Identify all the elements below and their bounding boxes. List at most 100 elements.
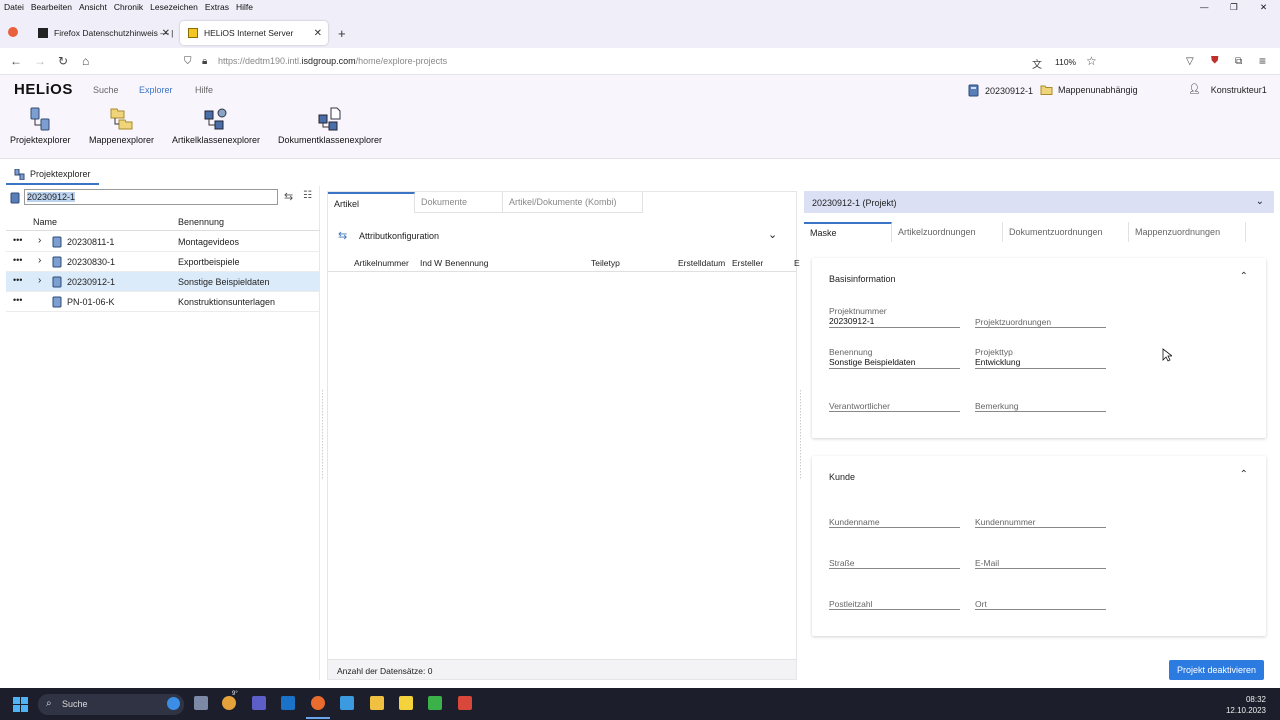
weather-widget-icon[interactable] xyxy=(222,696,236,710)
minimize-icon[interactable]: — xyxy=(1200,2,1209,12)
strasse-field[interactable]: Straße xyxy=(829,558,960,569)
column-artikelnummer[interactable]: Artikelnummer xyxy=(354,258,409,268)
notepad-icon[interactable] xyxy=(340,696,354,710)
expand-chevron-icon[interactable]: › xyxy=(38,275,41,286)
menu-ansicht[interactable]: Ansicht xyxy=(79,2,107,12)
forward-icon[interactable]: → xyxy=(34,54,46,68)
email-field[interactable]: E-Mail xyxy=(975,558,1106,569)
benennung-field[interactable]: Benennung Sonstige Beispieldaten xyxy=(829,347,960,369)
green-app-icon[interactable] xyxy=(428,696,442,710)
task-view-icon[interactable] xyxy=(194,696,208,710)
dokumentklassenexplorer-button[interactable]: Dokumentklassenexplorer xyxy=(278,107,382,145)
bookmark-star-icon[interactable]: ☆ xyxy=(1086,54,1097,68)
tab-mappenzuordnungen[interactable]: Mappenzuordnungen xyxy=(1129,222,1246,242)
refresh-arrows-icon[interactable]: ⇆ xyxy=(284,190,293,203)
column-benennung[interactable]: Benennung xyxy=(178,217,224,227)
restore-icon[interactable]: ❐ xyxy=(1230,2,1238,13)
pocket-icon[interactable]: ▽ xyxy=(1186,56,1194,67)
row-menu-icon[interactable]: ••• xyxy=(13,235,22,245)
menu-extras[interactable]: Extras xyxy=(205,2,229,12)
tab-dokumente[interactable]: Dokumente xyxy=(415,192,503,213)
column-teiletyp[interactable]: Teiletyp xyxy=(591,258,620,268)
red-app-icon[interactable] xyxy=(458,696,472,710)
home-icon[interactable]: ⌂ xyxy=(82,54,89,68)
lock-icon[interactable]: 🔒︎ xyxy=(202,56,207,67)
windows-start-icon[interactable] xyxy=(13,697,28,712)
column-name[interactable]: Name xyxy=(33,217,57,227)
translate-icon[interactable]: 文 xyxy=(1032,56,1042,71)
firefox-view-icon[interactable] xyxy=(8,27,18,37)
mappenexplorer-button[interactable]: Mappenexplorer xyxy=(89,107,154,145)
teams-icon[interactable] xyxy=(252,696,266,710)
row-menu-icon[interactable]: ••• xyxy=(13,295,22,305)
column-e[interactable]: E xyxy=(794,258,800,268)
postleitzahl-field[interactable]: Postleitzahl xyxy=(829,599,960,610)
close-window-icon[interactable]: ✕ xyxy=(1260,2,1267,13)
column-benennung[interactable]: Benennung xyxy=(445,258,489,268)
user-menu[interactable]: 👤︎ Konstrukteur1 xyxy=(1188,84,1267,95)
tree-row[interactable]: ••• › 20230830-1 Exportbeispiele xyxy=(6,252,320,272)
back-icon[interactable]: ← xyxy=(10,54,22,68)
nav-explorer[interactable]: Explorer xyxy=(139,85,173,95)
tab-helios[interactable]: HELiOS Internet Server ✕ xyxy=(180,21,328,45)
splitter-right[interactable] xyxy=(800,390,801,480)
nav-suche[interactable]: Suche xyxy=(93,85,119,95)
expand-chevron-icon[interactable]: › xyxy=(38,235,41,246)
tab-close-icon[interactable]: ✕ xyxy=(162,28,170,39)
file-explorer-icon[interactable] xyxy=(370,696,384,710)
projekt-deaktivieren-button[interactable]: Projekt deaktivieren xyxy=(1169,660,1264,680)
column-ersteller[interactable]: Ersteller xyxy=(732,258,763,268)
projektzuordnungen-field[interactable]: Projektzuordnungen xyxy=(975,317,1106,328)
tab-dokumentzuordnungen[interactable]: Dokumentzuordnungen xyxy=(1003,222,1129,242)
hamburger-menu-icon[interactable]: ≡ xyxy=(1259,54,1266,68)
projekttyp-field[interactable]: Projekttyp Entwicklung xyxy=(975,347,1106,369)
tab-artikel-dokumente-kombi[interactable]: Artikel/Dokumente (Kombi) xyxy=(503,192,643,213)
ort-field[interactable]: Ort xyxy=(975,599,1106,610)
tab-close-icon[interactable]: ✕ xyxy=(314,28,322,39)
menu-chronik[interactable]: Chronik xyxy=(114,2,143,12)
tab-maske[interactable]: Maske xyxy=(804,222,892,242)
taskbar-clock[interactable]: 08:32 12.10.2023 xyxy=(1226,694,1266,716)
firefox-taskbar-icon[interactable] xyxy=(311,696,325,710)
tree-row-selected[interactable]: ••• › 20230912-1 Sonstige Beispieldaten xyxy=(6,272,320,292)
context-project[interactable]: 20230912-1 xyxy=(968,84,1033,97)
chevron-up-icon[interactable]: ⌃ xyxy=(1240,469,1248,480)
reload-icon[interactable]: ↻ xyxy=(58,54,68,68)
row-menu-icon[interactable]: ••• xyxy=(13,275,22,285)
tree-row[interactable]: ••• › 20230811-1 Montagevideos xyxy=(6,232,320,252)
url-bar[interactable]: https://dedtm190.intl.isdgroup.com/home/… xyxy=(218,56,447,66)
column-settings-icon[interactable]: ☷ xyxy=(303,190,312,201)
menu-bearbeiten[interactable]: Bearbeiten xyxy=(31,2,72,12)
extensions-icon[interactable]: ⧉ xyxy=(1235,56,1242,67)
column-erstelldatum[interactable]: Erstelldatum xyxy=(678,258,725,268)
tree-row[interactable]: ••• PN-01-06-K Konstruktionsunterlagen xyxy=(6,292,320,312)
splitter-left[interactable] xyxy=(322,390,323,480)
menu-lesezeichen[interactable]: Lesezeichen xyxy=(150,2,198,12)
row-menu-icon[interactable]: ••• xyxy=(13,255,22,265)
helios-taskbar-icon[interactable] xyxy=(399,696,413,710)
attribute-config-label[interactable]: Attributkonfiguration xyxy=(359,231,439,241)
attribute-config-arrows-icon[interactable]: ⇆ xyxy=(338,229,347,242)
tab-firefox-privacy[interactable]: Firefox Datenschutzhinweis — | ✕ xyxy=(30,21,176,45)
tab-artikelzuordnungen[interactable]: Artikelzuordnungen xyxy=(892,222,1003,242)
outlook-icon[interactable] xyxy=(281,696,295,710)
project-search-input[interactable]: 20230912-1 xyxy=(24,189,278,205)
tab-artikel[interactable]: Artikel xyxy=(328,192,415,213)
verantwortlicher-field[interactable]: Verantwortlicher xyxy=(829,401,960,412)
bemerkung-field[interactable]: Bemerkung xyxy=(975,401,1106,412)
new-tab-icon[interactable]: + xyxy=(338,26,346,41)
column-ind-w[interactable]: Ind W xyxy=(420,258,442,268)
zoom-level[interactable]: 110% xyxy=(1055,57,1076,67)
expand-chevron-icon[interactable]: › xyxy=(38,255,41,266)
menu-datei[interactable]: Datei xyxy=(4,2,24,12)
kundenname-field[interactable]: Kundenname xyxy=(829,517,960,528)
context-folder[interactable]: Mappenunabhängig xyxy=(1040,84,1138,95)
tab-projektexplorer[interactable]: Projektexplorer xyxy=(6,165,99,185)
projektexplorer-button[interactable]: Projektexplorer xyxy=(10,107,71,145)
nav-hilfe[interactable]: Hilfe xyxy=(195,85,213,95)
taskbar-search[interactable]: ⌕ Suche xyxy=(38,694,184,715)
chevron-up-icon[interactable]: ⌃ xyxy=(1240,271,1248,282)
artikelklassenexplorer-button[interactable]: Artikelklassenexplorer xyxy=(172,107,260,145)
chevron-down-icon[interactable]: ⌄ xyxy=(768,228,777,241)
kundennummer-field[interactable]: Kundennummer xyxy=(975,517,1106,528)
